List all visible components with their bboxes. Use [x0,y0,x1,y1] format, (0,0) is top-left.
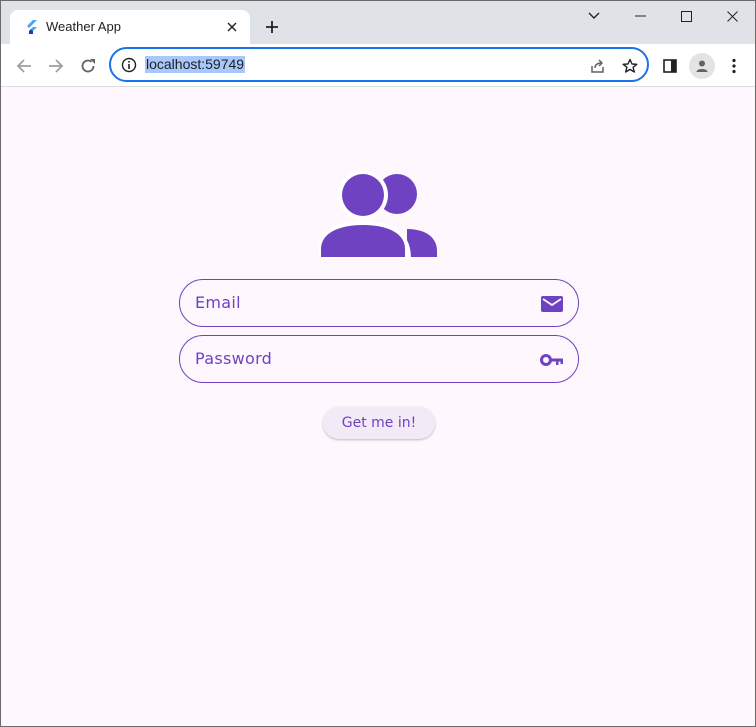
profile-avatar-icon[interactable] [689,53,715,79]
email-label: Email [195,293,241,312]
flutter-logo-icon [24,19,40,35]
tab-title: Weather App [46,19,121,34]
forward-arrow-icon[interactable] [42,52,70,80]
site-info-icon[interactable] [121,57,137,73]
close-window-icon[interactable] [709,1,755,31]
reload-icon[interactable] [74,52,102,80]
share-icon[interactable] [588,56,608,76]
tab-weather-app[interactable]: Weather App [10,10,250,44]
submit-button[interactable]: Get me in! [323,407,435,439]
tab-close-icon[interactable] [222,17,242,37]
minimize-icon[interactable] [617,1,663,31]
address-bar[interactable]: localhost:59749 [109,47,649,82]
bookmark-star-icon[interactable] [620,56,640,76]
key-icon [540,349,564,371]
password-label: Password [195,349,273,368]
browser-window: Weather App localhost:59749 Email Passwo… [0,0,756,727]
back-arrow-icon[interactable] [10,52,38,80]
email-field[interactable]: Email [179,279,579,327]
password-field[interactable]: Password [179,335,579,383]
address-url[interactable]: localhost:59749 [145,56,246,73]
users-icon [317,170,439,259]
tab-strip: Weather App [1,1,755,44]
more-menu-icon[interactable] [720,52,748,80]
browser-toolbar: localhost:59749 [1,44,755,87]
side-panel-icon[interactable] [656,52,684,80]
new-tab-icon[interactable] [260,15,284,39]
tab-search-chevron-icon[interactable] [571,1,617,31]
maximize-icon[interactable] [663,1,709,31]
envelope-icon [540,293,564,315]
app-content: Email Password Get me in! [1,87,755,726]
